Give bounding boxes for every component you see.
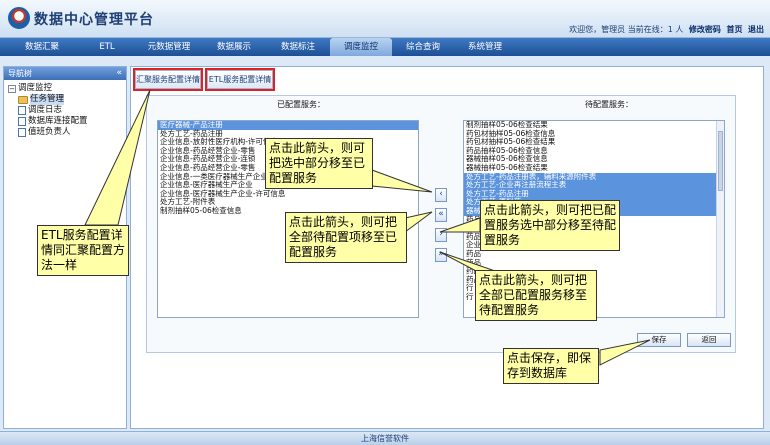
- tree-root-label: 调度监控: [18, 83, 53, 93]
- home-link[interactable]: 首页: [726, 25, 742, 34]
- main-nav: 数据汇聚 ETL 元数据管理 数据展示 数据标注 调度监控 综合查询 系统管理: [0, 38, 770, 56]
- nav-tree: − 调度监控 任务管理 调度日志 数据库连接配置 值班负责人: [4, 80, 126, 138]
- app-logo-icon: [8, 7, 30, 29]
- nav-tree-title: 导航树: [8, 69, 32, 78]
- logout-link[interactable]: 退出: [748, 25, 764, 34]
- nav-data-aggregation[interactable]: 数据汇聚: [6, 38, 78, 56]
- welcome-text: 欢迎您，管理员 当前在线：1 人: [569, 25, 684, 34]
- main-content: 汇聚服务配置详情 ETL服务配置详情 已配置服务： 待配置服务： 医疗器械-产品…: [130, 66, 764, 429]
- collapse-node-icon[interactable]: −: [8, 84, 16, 93]
- service-config-panel: 已配置服务： 待配置服务： 医疗器械-产品注册 处方工艺-药品注册 企业信息-放射性…: [146, 95, 736, 353]
- tree-item-label: 数据库连接配置: [28, 116, 88, 126]
- move-selected-left-button[interactable]: ‹: [435, 188, 447, 202]
- pending-title: 待配置服务：: [585, 100, 633, 109]
- tab-etl-service-config[interactable]: ETL服务配置详情: [205, 68, 275, 91]
- user-info: 欢迎您，管理员 当前在线：1 人 修改密码 首页 退出: [569, 24, 764, 35]
- tree-root[interactable]: − 调度监控: [8, 83, 126, 94]
- tree-item-duty-manager[interactable]: 值班负责人: [8, 127, 126, 138]
- nav-system[interactable]: 系统管理: [454, 38, 516, 56]
- nav-schedule-monitor[interactable]: 调度监控: [330, 38, 392, 56]
- callout-move-selected-right: 点击此箭头，则可把已配置服务选中部分移至待配置服务: [480, 200, 620, 251]
- pending-option[interactable]: 药品: [464, 258, 724, 268]
- callout-etl-config-note: ETL服务配置详情同汇聚配置方法一样: [37, 225, 129, 276]
- callout-save-note: 点击保存，即保存到数据库: [503, 348, 599, 384]
- pending-list-scrollbar[interactable]: [716, 121, 724, 317]
- collapse-icon[interactable]: «: [116, 67, 122, 80]
- document-icon: [18, 128, 26, 137]
- move-all-left-button[interactable]: «: [435, 208, 447, 222]
- nav-etl[interactable]: ETL: [78, 38, 136, 56]
- tree-item-db-connection[interactable]: 数据库连接配置: [8, 116, 126, 127]
- callout-move-selected-left: 点击此箭头，则可把选中部分移至已配置服务: [265, 138, 373, 189]
- tree-item-schedule-log[interactable]: 调度日志: [8, 105, 126, 116]
- tree-item-label: 调度日志: [28, 105, 63, 115]
- pending-option[interactable]: 药品: [464, 249, 724, 259]
- callout-move-all-right: 点击此箭头，则可把全部已配置服务移至待配置服务: [475, 270, 597, 321]
- move-all-right-button[interactable]: »: [435, 248, 447, 262]
- folder-icon: [18, 95, 28, 104]
- nav-query[interactable]: 综合查询: [392, 38, 454, 56]
- change-password-link[interactable]: 修改密码: [689, 25, 721, 34]
- document-icon: [18, 106, 26, 115]
- nav-data-annotation[interactable]: 数据标注: [266, 38, 330, 56]
- tree-item-label: 值班负责人: [28, 127, 71, 137]
- app-title: 数据中心管理平台: [34, 12, 154, 28]
- app-header: 数据中心管理平台 欢迎您，管理员 当前在线：1 人 修改密码 首页 退出: [0, 0, 770, 38]
- callout-move-all-left: 点击此箭头，则可把全部待配置项移至已配置服务: [285, 212, 407, 263]
- move-selected-right-button[interactable]: ›: [435, 228, 447, 242]
- tree-item-label: 任务管理: [30, 94, 65, 105]
- save-button[interactable]: 保存: [637, 333, 681, 347]
- footer: 上海信誉软件: [0, 431, 770, 445]
- nav-metadata[interactable]: 元数据管理: [136, 38, 202, 56]
- nav-data-display[interactable]: 数据展示: [202, 38, 266, 56]
- back-button[interactable]: 返回: [687, 333, 731, 347]
- tree-item-task-management[interactable]: 任务管理: [8, 94, 126, 105]
- tab-aggregation-service-config[interactable]: 汇聚服务配置详情: [133, 68, 203, 91]
- nav-tree-header: 导航树 «: [4, 67, 126, 80]
- configured-title: 已配置服务：: [277, 100, 325, 109]
- document-icon: [18, 117, 26, 126]
